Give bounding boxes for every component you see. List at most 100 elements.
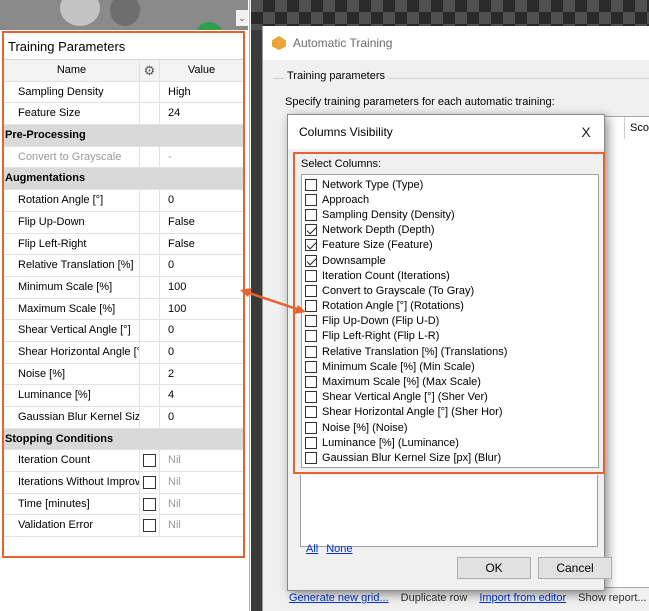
param-value[interactable]: 2 <box>160 364 243 385</box>
param-value[interactable]: Nil <box>160 450 243 471</box>
param-row[interactable]: Minimum Scale [%] 100 <box>4 276 243 299</box>
section-header[interactable]: Stopping Conditions <box>4 428 243 451</box>
param-checkbox[interactable] <box>143 476 156 490</box>
param-value[interactable]: False <box>160 212 243 233</box>
param-value[interactable]: Nil <box>160 494 243 515</box>
column-option[interactable]: Iteration Count (Iterations) <box>302 268 598 283</box>
column-option[interactable]: Shear Horizontal Angle [°] (Sher Hor) <box>302 405 598 420</box>
param-row[interactable]: Relative Translation [%] 0 <box>4 255 243 277</box>
column-checkbox[interactable] <box>305 224 317 237</box>
import-from-editor-link[interactable]: Import from editor <box>479 592 566 604</box>
column-option[interactable]: Luminance [%] (Luminance) <box>302 435 598 450</box>
param-checkbox[interactable] <box>143 454 156 468</box>
param-value[interactable]: Nil <box>160 515 243 536</box>
param-row[interactable]: Iteration Count Nil <box>4 450 243 473</box>
param-row[interactable]: Time [minutes] Nil <box>4 493 243 516</box>
column-option[interactable]: Convert to Grayscale (To Gray) <box>302 283 598 298</box>
column-checkbox[interactable] <box>305 360 317 373</box>
param-checkbox[interactable] <box>143 519 156 533</box>
param-row[interactable]: Flip Up-Down False <box>4 211 243 234</box>
column-header-name[interactable]: Name <box>4 60 140 81</box>
param-value[interactable]: Nil <box>160 472 243 493</box>
section-header[interactable]: Augmentations <box>4 168 243 191</box>
param-value[interactable]: 24 <box>160 103 243 124</box>
param-row[interactable]: Validation Error Nil <box>4 515 243 538</box>
column-checkbox[interactable] <box>305 193 317 206</box>
column-checkbox[interactable] <box>305 330 317 343</box>
column-checkbox[interactable] <box>305 376 317 389</box>
column-option-label: Shear Horizontal Angle [°] (Sher Hor) <box>322 406 503 419</box>
column-checkbox[interactable] <box>305 406 317 419</box>
column-checkbox[interactable] <box>305 178 317 191</box>
column-option[interactable]: Feature Size (Feature) <box>302 238 598 253</box>
param-value[interactable]: 0 <box>160 342 243 363</box>
param-value[interactable]: 0 <box>160 407 243 428</box>
param-value[interactable]: 0 <box>160 190 243 211</box>
param-value[interactable]: 0 <box>160 255 243 276</box>
column-option[interactable]: Shear Vertical Angle [°] (Sher Ver) <box>302 390 598 405</box>
column-checkbox[interactable] <box>305 208 317 221</box>
close-icon[interactable]: X <box>576 124 596 140</box>
param-value[interactable]: High <box>160 82 243 103</box>
column-option[interactable]: Flip Up-Down (Flip U-D) <box>302 314 598 329</box>
param-row[interactable]: Flip Left-Right False <box>4 233 243 256</box>
param-value[interactable]: False <box>160 234 243 255</box>
column-checkbox[interactable] <box>305 345 317 358</box>
select-none-link[interactable]: None <box>326 543 352 555</box>
column-option[interactable]: Noise [%] (Noise) <box>302 420 598 435</box>
column-header-value[interactable]: Value <box>160 60 243 81</box>
param-checkbox[interactable] <box>143 497 156 511</box>
column-option[interactable]: Sampling Density (Density) <box>302 207 598 222</box>
param-row[interactable]: Gaussian Blur Kernel Size [... 0 <box>4 407 243 429</box>
param-row[interactable]: Shear Vertical Angle [°] 0 <box>4 320 243 342</box>
param-row[interactable]: Maximum Scale [%] 100 <box>4 298 243 321</box>
column-option[interactable]: Gaussian Blur Kernel Size [px] (Blur) <box>302 450 598 465</box>
param-toggle-cell <box>140 385 160 406</box>
param-row[interactable]: Luminance [%] 4 <box>4 385 243 407</box>
param-toggle-cell[interactable] <box>140 472 160 493</box>
column-option[interactable]: Network Depth (Depth) <box>302 223 598 238</box>
section-label: Augmentations <box>5 172 86 185</box>
param-row[interactable]: Feature Size 24 <box>4 103 243 126</box>
column-option[interactable]: Approach <box>302 192 598 207</box>
param-row[interactable]: Rotation Angle [°] 0 <box>4 190 243 212</box>
column-checkbox[interactable] <box>305 239 317 252</box>
duplicate-row-button[interactable]: Duplicate row <box>401 592 468 604</box>
param-value[interactable]: 100 <box>160 299 243 320</box>
param-row[interactable]: Convert to Grayscale - <box>4 146 243 169</box>
param-row[interactable]: Sampling Density High <box>4 81 243 104</box>
column-option[interactable]: Relative Translation [%] (Translations) <box>302 344 598 359</box>
param-row[interactable]: Shear Horizontal Angle [°] 0 <box>4 341 243 364</box>
column-option[interactable]: Rotation Angle [°] (Rotations) <box>302 299 598 314</box>
select-all-link[interactable]: All <box>306 543 318 555</box>
ok-button[interactable]: OK <box>457 557 531 579</box>
chevron-down-icon[interactable]: ⌄ <box>236 10 248 26</box>
columns-checklist[interactable]: Network Type (Type) Approach Sampling Dens… <box>301 174 599 468</box>
param-toggle-cell[interactable] <box>140 450 160 472</box>
param-value[interactable]: - <box>160 147 243 168</box>
cancel-button[interactable]: Cancel <box>538 557 612 579</box>
column-checkbox[interactable] <box>305 436 317 449</box>
param-value[interactable]: 100 <box>160 277 243 298</box>
column-checkbox[interactable] <box>305 254 317 267</box>
param-value[interactable]: 4 <box>160 385 243 406</box>
column-option[interactable]: Minimum Scale [%] (Min Scale) <box>302 359 598 374</box>
section-header[interactable]: Pre-Processing <box>4 125 243 147</box>
param-value[interactable]: 0 <box>160 320 243 341</box>
column-header-settings[interactable]: ⚙ <box>140 60 160 81</box>
param-row[interactable]: Noise [%] 2 <box>4 363 243 386</box>
gear-icon[interactable]: ⚙ <box>140 60 159 81</box>
param-toggle-cell[interactable] <box>140 493 160 515</box>
column-checkbox[interactable] <box>305 391 317 404</box>
column-option[interactable]: Network Type (Type) <box>302 177 598 192</box>
column-checkbox[interactable] <box>305 421 317 434</box>
generate-grid-link[interactable]: Generate new grid... <box>289 592 389 604</box>
column-checkbox[interactable] <box>305 451 317 464</box>
column-header-score[interactable]: Score (Te <box>624 117 649 139</box>
param-toggle-cell[interactable] <box>140 515 160 537</box>
param-row[interactable]: Iterations Without Improve... Nil <box>4 472 243 494</box>
show-report-button[interactable]: Show report... <box>578 592 646 604</box>
column-option[interactable]: Maximum Scale [%] (Max Scale) <box>302 374 598 389</box>
column-option[interactable]: Downsample <box>302 253 598 268</box>
column-option[interactable]: Flip Left-Right (Flip L-R) <box>302 329 598 344</box>
